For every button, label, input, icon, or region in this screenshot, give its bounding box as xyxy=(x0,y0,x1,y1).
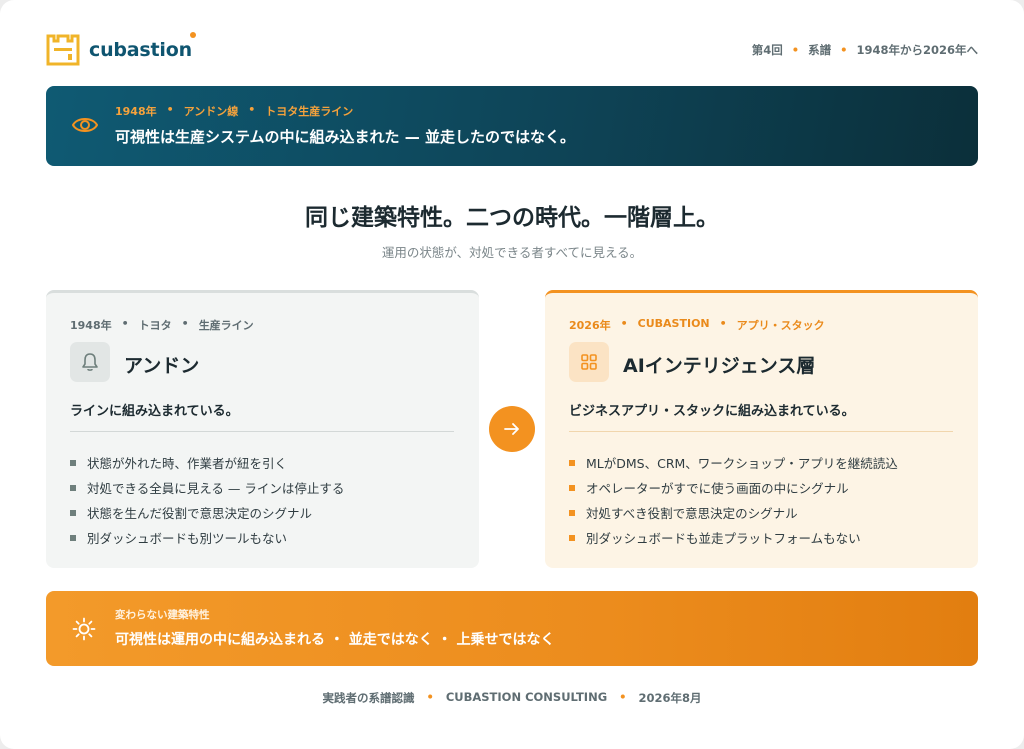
bell-icon xyxy=(82,353,98,371)
card-tag-company: トヨタ xyxy=(138,319,172,332)
list-item-text: 対処すべき役割で意思決定のシグナル xyxy=(586,506,798,521)
bullet-square xyxy=(70,459,76,466)
footer: 実践者の系譜認識 • CUBASTION CONSULTING • 2026年8… xyxy=(0,690,1024,706)
meta-episode: 第4回 xyxy=(751,43,783,57)
list-item-text: MLがDMS、CRM、ワークショップ・アプリを継続読込 xyxy=(586,456,898,471)
tag-separator: • xyxy=(181,317,189,330)
divider xyxy=(70,431,454,432)
banner-tag-line: アンドン線 xyxy=(183,105,239,118)
transition-arrow-button[interactable] xyxy=(489,406,535,452)
card-title: AIインテリジェンス層 xyxy=(623,355,816,377)
list-item-text: 状態が外れた時、作業者が紐を引く xyxy=(87,456,288,471)
list-item-text: 対処できる全員に見える — ラインは停止する xyxy=(87,481,345,496)
footer-separator: • xyxy=(619,690,627,704)
bullet-square xyxy=(569,459,575,466)
grid-icon xyxy=(581,354,597,370)
list-item: 対処すべき役割で意思決定のシグナル xyxy=(569,500,898,525)
meta-range: 1948年から2026年へ xyxy=(856,43,978,57)
card-tag-context: 生産ライン xyxy=(198,319,254,332)
footer-company: CUBASTION CONSULTING xyxy=(445,690,608,704)
banner-tag-context: トヨタ生産ライン xyxy=(265,105,354,118)
page-subline: 運用の状態が、対処できる者すべてに見える。 xyxy=(381,245,643,260)
bullet-square xyxy=(569,509,575,516)
card-lead: ラインに組み込まれている。 xyxy=(70,404,239,419)
footer-series: 実践者の系譜認識 xyxy=(322,691,415,705)
card-icon-box xyxy=(569,342,609,382)
meta-separator: • xyxy=(791,43,800,57)
list-item-text: 状態を生んだ役割で意思決定のシグナル xyxy=(87,506,313,521)
bullet-square xyxy=(70,509,76,516)
bullet-square xyxy=(569,484,575,491)
footer-date: 2026年8月 xyxy=(638,691,702,705)
bullet-square xyxy=(70,534,76,541)
card-lead: ビジネスアプリ・スタックに組み込まれている。 xyxy=(569,404,855,419)
card-andon: 1948年 • トヨタ • 生産ライン アンドン ラインに組み込まれている。 状… xyxy=(46,290,479,568)
card-tag-year: 1948年 xyxy=(70,319,112,332)
list-item-text: 別ダッシュボードも別ツールもない xyxy=(87,531,288,546)
tag-separator: • xyxy=(121,317,129,330)
list-item: 状態が外れた時、作業者が紐を引く xyxy=(70,450,344,475)
brand-dot xyxy=(190,32,196,38)
list-item-text: 別ダッシュボードも並走プラットフォームもない xyxy=(586,531,861,546)
bullet-square xyxy=(70,484,76,491)
header-meta: 第4回 • 系譜 • 1948年から2026年へ xyxy=(752,42,978,58)
list-item-text: オペレーターがすでに使う画面の中にシグナル xyxy=(586,481,849,496)
tag-separator: • xyxy=(166,103,174,116)
card-tag-year: 2026年 xyxy=(569,319,611,332)
list-item: 対処できる全員に見える — ラインは停止する xyxy=(70,475,344,500)
card-icon-box xyxy=(70,342,110,382)
header: cubastion 第4回 • 系譜 • 1948年から2026年へ xyxy=(46,32,978,68)
top-banner: 1948年 • アンドン線 • トヨタ生産ライン 可視性は生産システムの中に組み… xyxy=(46,86,978,166)
banner-tag-year: 1948年 xyxy=(115,105,157,118)
arrow-right-icon xyxy=(504,423,519,435)
tag-separator: • xyxy=(248,103,256,116)
footer-separator: • xyxy=(426,690,434,704)
tag-separator: • xyxy=(719,317,727,330)
list-item: 状態を生んだ役割で意思決定のシグナル xyxy=(70,500,344,525)
meta-separator: • xyxy=(840,43,848,57)
card-tag: 2026年 • CUBASTION • アプリ・スタック xyxy=(569,317,825,333)
card-tag-context: アプリ・スタック xyxy=(736,319,825,332)
card-title: アンドン xyxy=(124,355,200,377)
bullet-square xyxy=(569,534,575,541)
list-item: 別ダッシュボードも別ツールもない xyxy=(70,525,344,550)
card-tag-company: CUBASTION xyxy=(637,317,710,330)
castle-logo-icon xyxy=(46,34,80,66)
meta-topic: 系譜 xyxy=(808,43,832,57)
band-tag: 変わらない建築特性 xyxy=(115,609,210,621)
card-ai-layer: 2026年 • CUBASTION • アプリ・スタック AIインテリジェンス層… xyxy=(545,290,978,568)
divider xyxy=(569,431,953,432)
card-list: MLがDMS、CRM、ワークショップ・アプリを継続読込 オペレーターがすでに使う… xyxy=(569,450,898,550)
band-title: 可視性は運用の中に組み込まれる ・ 並走ではなく ・ 上乗せではなく xyxy=(115,632,555,648)
list-item: オペレーターがすでに使う画面の中にシグナル xyxy=(569,475,898,500)
page-headline: 同じ建築特性。二つの時代。一階層上。 xyxy=(305,205,719,231)
card-list: 状態が外れた時、作業者が紐を引く 対処できる全員に見える — ラインは停止する … xyxy=(70,450,344,550)
list-item: MLがDMS、CRM、ワークショップ・アプリを継続読込 xyxy=(569,450,898,475)
page: cubastion 第4回 • 系譜 • 1948年から2026年へ 1948年… xyxy=(0,0,1024,749)
list-item: 別ダッシュボードも並走プラットフォームもない xyxy=(569,525,898,550)
banner-tag: 1948年 • アンドン線 • トヨタ生産ライン xyxy=(115,103,353,119)
bottom-band: 変わらない建築特性 可視性は運用の中に組み込まれる ・ 並走ではなく ・ 上乗せ… xyxy=(46,591,978,666)
banner-title: 可視性は生産システムの中に組み込まれた — 並走したのではなく。 xyxy=(115,128,575,146)
eye-icon xyxy=(72,118,98,132)
card-tag: 1948年 • トヨタ • 生産ライン xyxy=(70,317,254,333)
tag-separator: • xyxy=(620,317,628,330)
sun-icon xyxy=(72,617,96,641)
brand-logo[interactable]: cubastion xyxy=(46,34,192,66)
brand-name: cubastion xyxy=(89,39,192,61)
